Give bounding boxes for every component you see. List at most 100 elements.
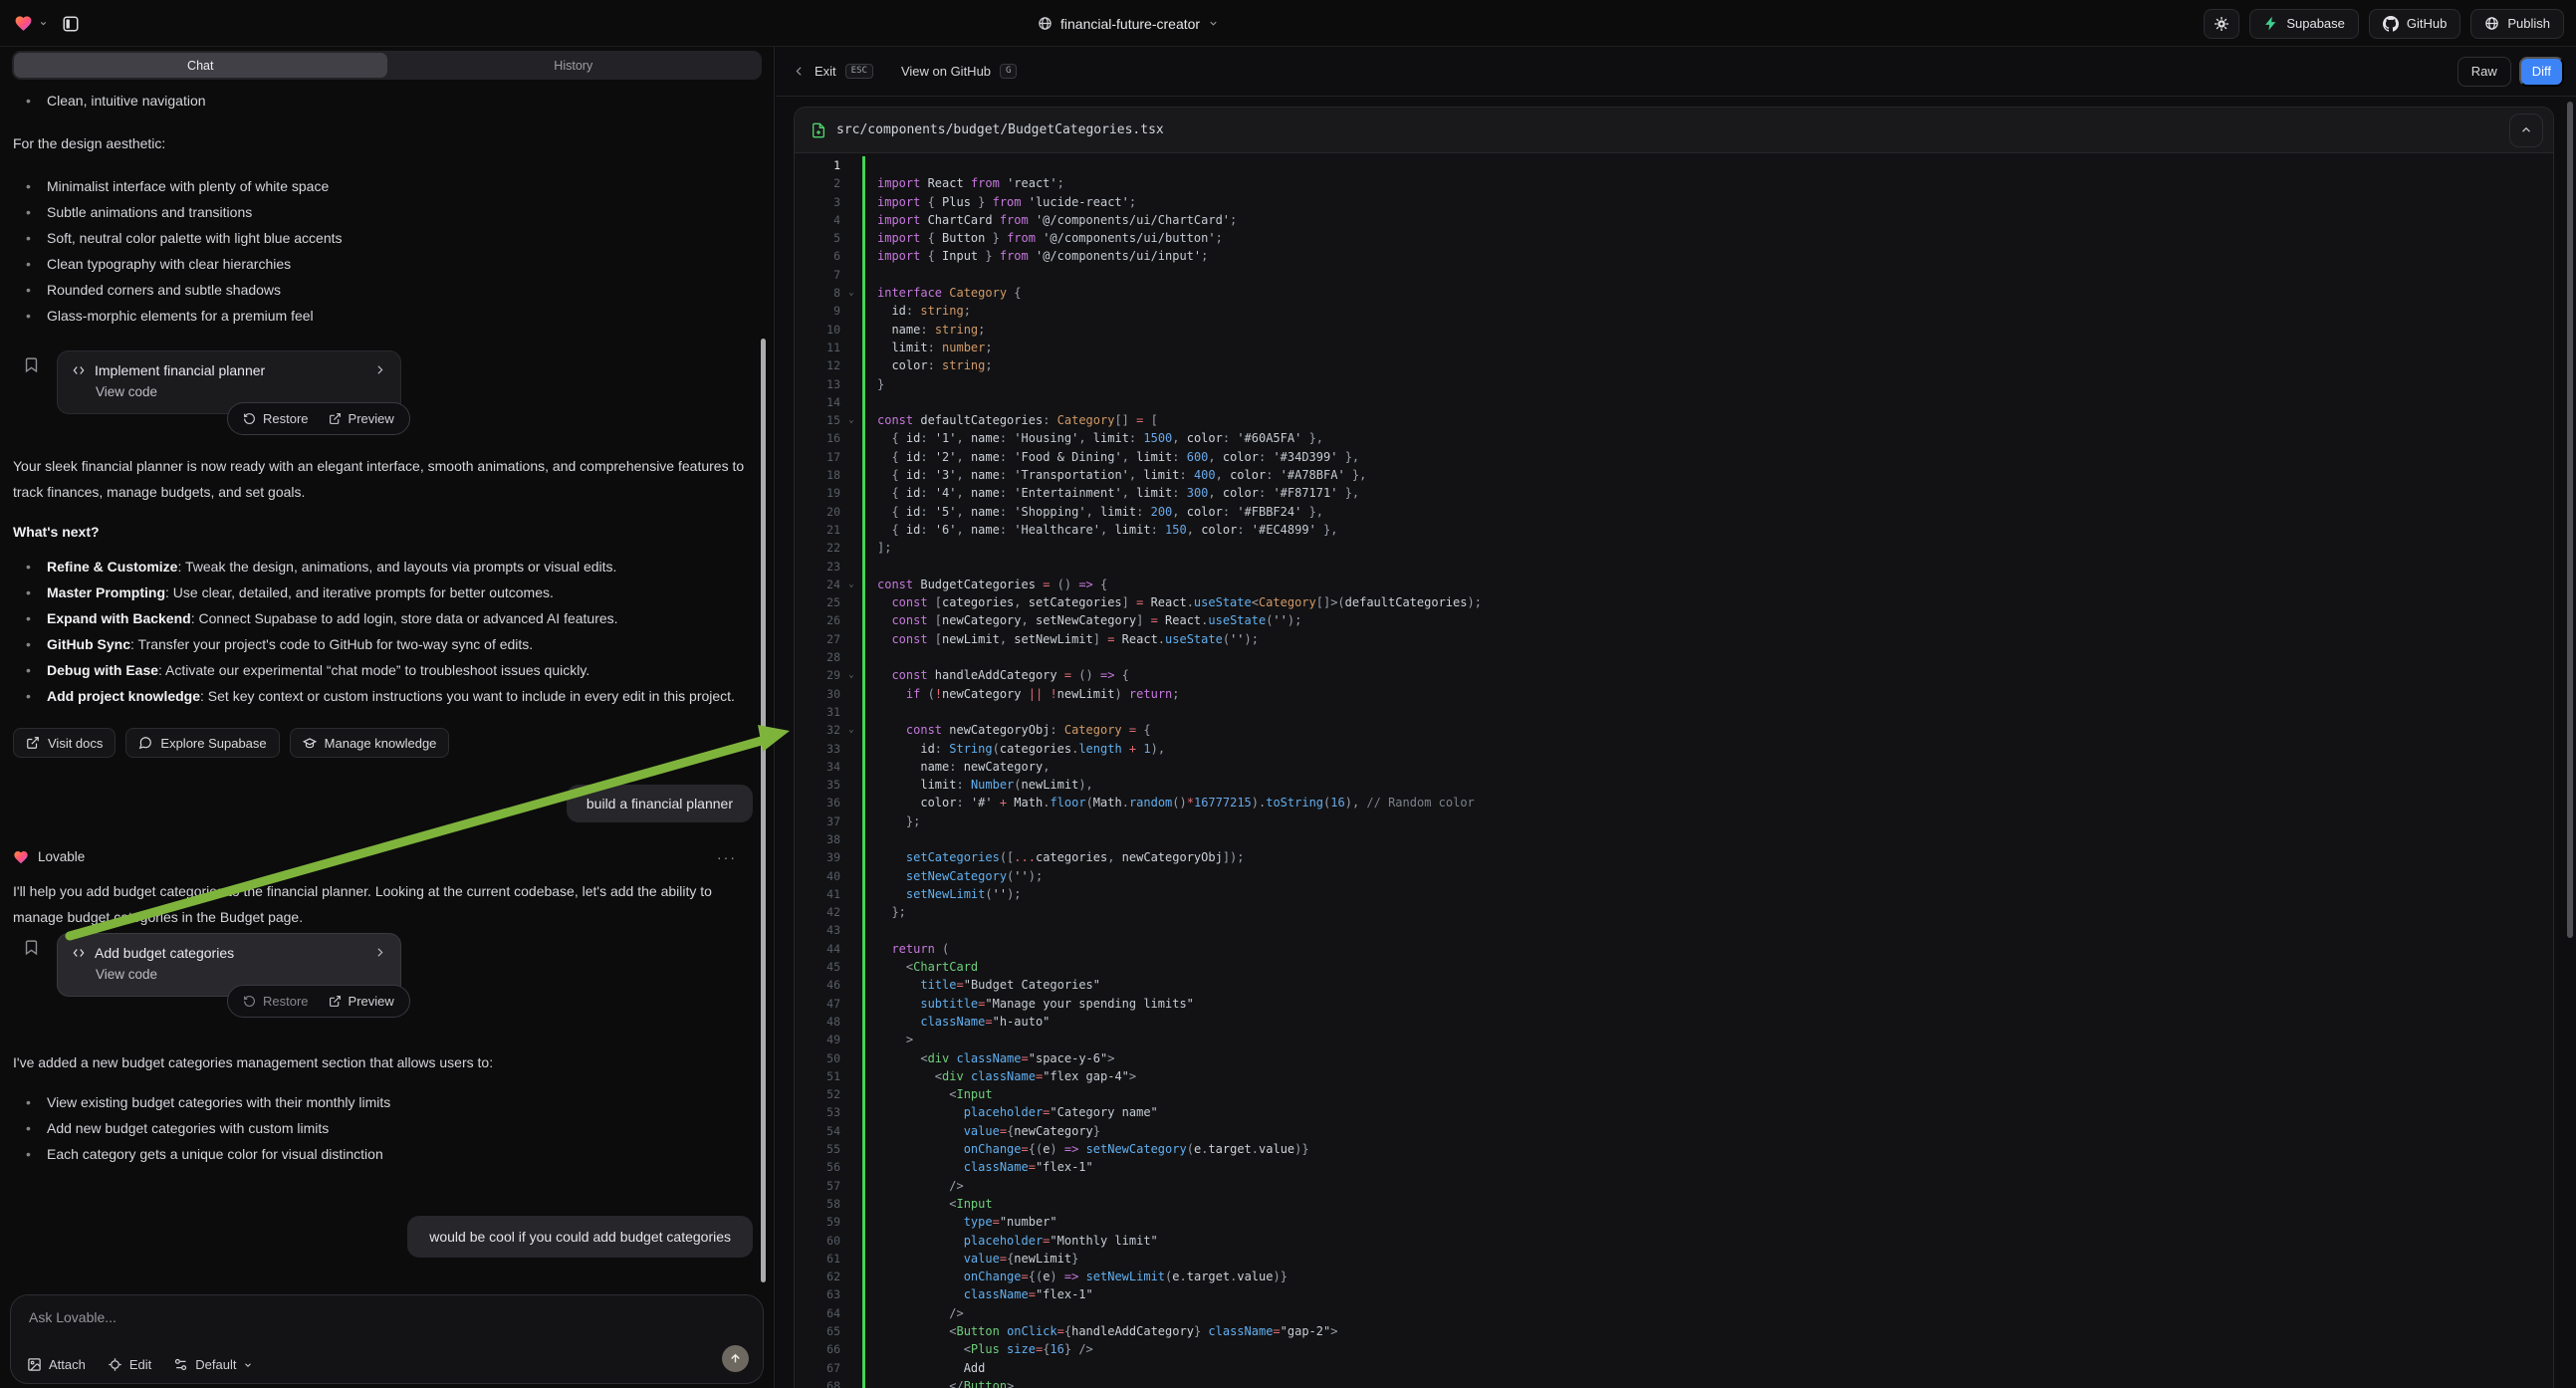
code-line: 51 <div className="flex gap-4"> <box>795 1067 2553 1085</box>
fold-chevron-icon[interactable]: ⌄ <box>840 666 862 684</box>
code-line: 6import { Input } from '@/components/ui/… <box>795 247 2553 265</box>
code-text: { id: '4', name: 'Entertainment', limit:… <box>862 484 2553 502</box>
fold-gutter <box>840 521 862 539</box>
line-number: 26 <box>795 611 840 629</box>
view-on-github-button[interactable]: View on GitHub G <box>901 64 1018 79</box>
line-number: 66 <box>795 1340 840 1358</box>
preview-button[interactable]: Preview <box>329 989 394 1015</box>
chat-scrollbar[interactable] <box>761 339 766 1282</box>
bullet-item: GitHub Sync: Transfer your project's cod… <box>13 631 761 657</box>
code-text: name: string; <box>862 321 2553 339</box>
fold-chevron-icon[interactable]: ⌄ <box>840 721 862 739</box>
attach-button[interactable]: Attach <box>27 1357 86 1372</box>
code-line: 18 { id: '3', name: 'Transportation', li… <box>795 466 2553 484</box>
code-text: <div className="flex gap-4"> <box>862 1067 2553 1085</box>
line-number: 63 <box>795 1285 840 1303</box>
line-number: 24 <box>795 576 840 593</box>
version-card-implement-financial-planner[interactable]: Implement financial planner View code Re… <box>57 350 401 414</box>
bookmark-icon[interactable] <box>23 356 40 373</box>
restore-button[interactable]: Restore <box>243 989 309 1015</box>
bookmark-icon[interactable] <box>23 939 40 956</box>
version-card-add-budget-categories[interactable]: Add budget categories View code Restore … <box>57 933 401 997</box>
manage-knowledge-button[interactable]: Manage knowledge <box>290 728 450 758</box>
file-plus-icon <box>811 122 826 138</box>
restore-button[interactable]: Restore <box>243 406 309 432</box>
bullet-item: Master Prompting: Use clear, detailed, a… <box>13 579 761 605</box>
quick-actions-row: Visit docs Explore Supabase Manage knowl… <box>13 728 761 758</box>
view-code-link[interactable]: View code <box>96 383 386 401</box>
code-editor[interactable]: 12import React from 'react';3import { Pl… <box>795 153 2553 1388</box>
code-line: 59 type="number" <box>795 1213 2553 1231</box>
bullet-item: Add project knowledge: Set key context o… <box>13 683 761 709</box>
bullet-item: Rounded corners and subtle shadows <box>13 277 761 303</box>
diff-toggle-button[interactable]: Diff <box>2519 57 2564 87</box>
visit-docs-button[interactable]: Visit docs <box>13 728 116 758</box>
chat-input[interactable] <box>29 1309 745 1337</box>
supabase-button[interactable]: Supabase <box>2249 9 2359 39</box>
edit-mode-button[interactable]: Edit <box>108 1357 151 1372</box>
raw-toggle-button[interactable]: Raw <box>2458 57 2511 87</box>
restore-preview-toolbar: Restore Preview <box>227 985 410 1018</box>
chevron-right-icon[interactable] <box>373 946 386 959</box>
code-line: 8⌄interface Category { <box>795 284 2553 302</box>
fold-gutter <box>840 940 862 958</box>
line-number: 61 <box>795 1250 840 1268</box>
esc-key-badge: ESC <box>845 64 873 79</box>
fold-chevron-icon[interactable]: ⌄ <box>840 284 862 302</box>
fold-gutter <box>840 1177 862 1195</box>
fold-gutter <box>840 321 862 339</box>
code-text: } <box>862 375 2553 393</box>
code-text: ]; <box>862 539 2553 557</box>
line-number: 16 <box>795 429 840 447</box>
fold-gutter <box>840 375 862 393</box>
bullet-item: Refine & Customize: Tweak the design, an… <box>13 554 761 579</box>
code-line: 48 className="h-auto" <box>795 1013 2553 1031</box>
lovable-logo-icon[interactable] <box>14 14 33 33</box>
preview-button[interactable]: Preview <box>329 406 394 432</box>
fold-gutter <box>840 1067 862 1085</box>
more-options-icon[interactable]: ··· <box>717 844 737 870</box>
file-card-header[interactable]: src/components/budget/BudgetCategories.t… <box>795 108 2553 153</box>
fold-gutter <box>840 1103 862 1121</box>
code-text: { id: '1', name: 'Housing', limit: 1500,… <box>862 429 2553 447</box>
chevron-right-icon[interactable] <box>373 363 386 376</box>
code-line: 19 { id: '4', name: 'Entertainment', lim… <box>795 484 2553 502</box>
mode-selector[interactable]: Default <box>173 1357 253 1372</box>
collapse-file-button[interactable] <box>2509 114 2543 147</box>
publish-button[interactable]: Publish <box>2470 9 2564 39</box>
fold-gutter <box>840 356 862 374</box>
line-number: 5 <box>795 229 840 247</box>
chat-history-tabs: Chat History <box>12 51 762 80</box>
explore-supabase-button[interactable]: Explore Supabase <box>125 728 279 758</box>
fold-chevron-icon[interactable]: ⌄ <box>840 411 862 429</box>
tab-history[interactable]: History <box>387 53 761 78</box>
send-button[interactable] <box>722 1345 749 1372</box>
line-number: 55 <box>795 1140 840 1158</box>
chat-message-list[interactable]: Clean, intuitive navigation For the desi… <box>0 84 774 1288</box>
chevron-left-icon <box>793 65 806 78</box>
bullet-item: Expand with Backend: Connect Supabase to… <box>13 605 761 631</box>
bullet-item: Glass-morphic elements for a premium fee… <box>13 303 761 329</box>
view-code-link[interactable]: View code <box>96 966 386 984</box>
arrow-up-icon <box>729 1352 742 1365</box>
fold-gutter <box>840 903 862 921</box>
code-scrollbar[interactable] <box>2567 102 2573 938</box>
workspace-chevron-down-icon[interactable] <box>39 19 48 28</box>
code-line: 58 <Input <box>795 1195 2553 1213</box>
bullet-item: Subtle animations and transitions <box>13 199 761 225</box>
assistant-name: Lovable <box>38 844 85 870</box>
fold-gutter <box>840 266 862 284</box>
fold-gutter <box>840 703 862 721</box>
github-button[interactable]: GitHub <box>2369 9 2460 39</box>
exit-button[interactable]: Exit ESC <box>793 64 873 79</box>
line-number: 48 <box>795 1013 840 1031</box>
project-switcher[interactable]: financial-future-creator <box>1038 0 1219 47</box>
panel-toggle-icon[interactable] <box>62 15 80 33</box>
code-line: 21 { id: '6', name: 'Healthcare', limit:… <box>795 521 2553 539</box>
fold-chevron-icon[interactable]: ⌄ <box>840 576 862 593</box>
code-line: 9 id: string; <box>795 302 2553 320</box>
settings-button[interactable] <box>2204 9 2239 39</box>
tab-chat[interactable]: Chat <box>14 53 387 78</box>
fold-gutter <box>840 1250 862 1268</box>
code-line: 17 { id: '2', name: 'Food & Dining', lim… <box>795 448 2553 466</box>
